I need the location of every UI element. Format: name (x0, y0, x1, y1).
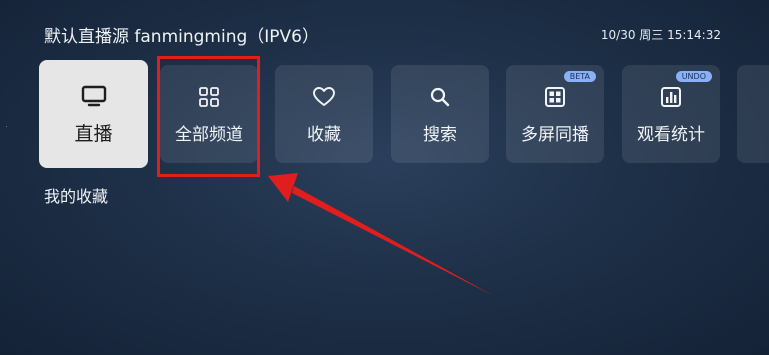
nav-card-partial[interactable] (737, 65, 769, 163)
search-icon (427, 84, 453, 110)
multi-screen-icon (542, 84, 568, 110)
heart-icon (311, 84, 337, 110)
annotation-arrow (268, 173, 494, 296)
nav-card-label: 直播 (74, 122, 113, 145)
nav-card-all-channels[interactable]: 全部频道 (160, 65, 258, 163)
nav-card-label: 搜索 (423, 124, 457, 145)
undo-badge: UNDO (675, 71, 712, 82)
source-title: 默认直播源 fanmingming（IPV6） (44, 27, 319, 47)
nav-card-label: 多屏同播 (521, 124, 589, 145)
beta-badge: BETA (563, 71, 596, 82)
nav-card-multi-screen[interactable]: BETA 多屏同播 (506, 65, 604, 163)
nav-card-search[interactable]: 搜索 (391, 65, 489, 163)
nav-card-label: 观看统计 (637, 124, 705, 145)
nav-card-favorites[interactable]: 收藏 (275, 65, 373, 163)
nav-card-label: 收藏 (307, 124, 341, 145)
nav-card-label: 全部频道 (175, 124, 243, 145)
grid-icon (196, 84, 222, 110)
stray-dot (6, 126, 7, 127)
bar-chart-icon (658, 84, 684, 110)
tv-icon (81, 83, 107, 109)
nav-card-watch-stats[interactable]: UNDO 观看统计 (622, 65, 720, 163)
clock-readout: 10/30 周三 15:14:32 (600, 28, 721, 42)
favorites-section-title: 我的收藏 (44, 187, 109, 206)
nav-card-live[interactable]: 直播 (39, 60, 148, 168)
